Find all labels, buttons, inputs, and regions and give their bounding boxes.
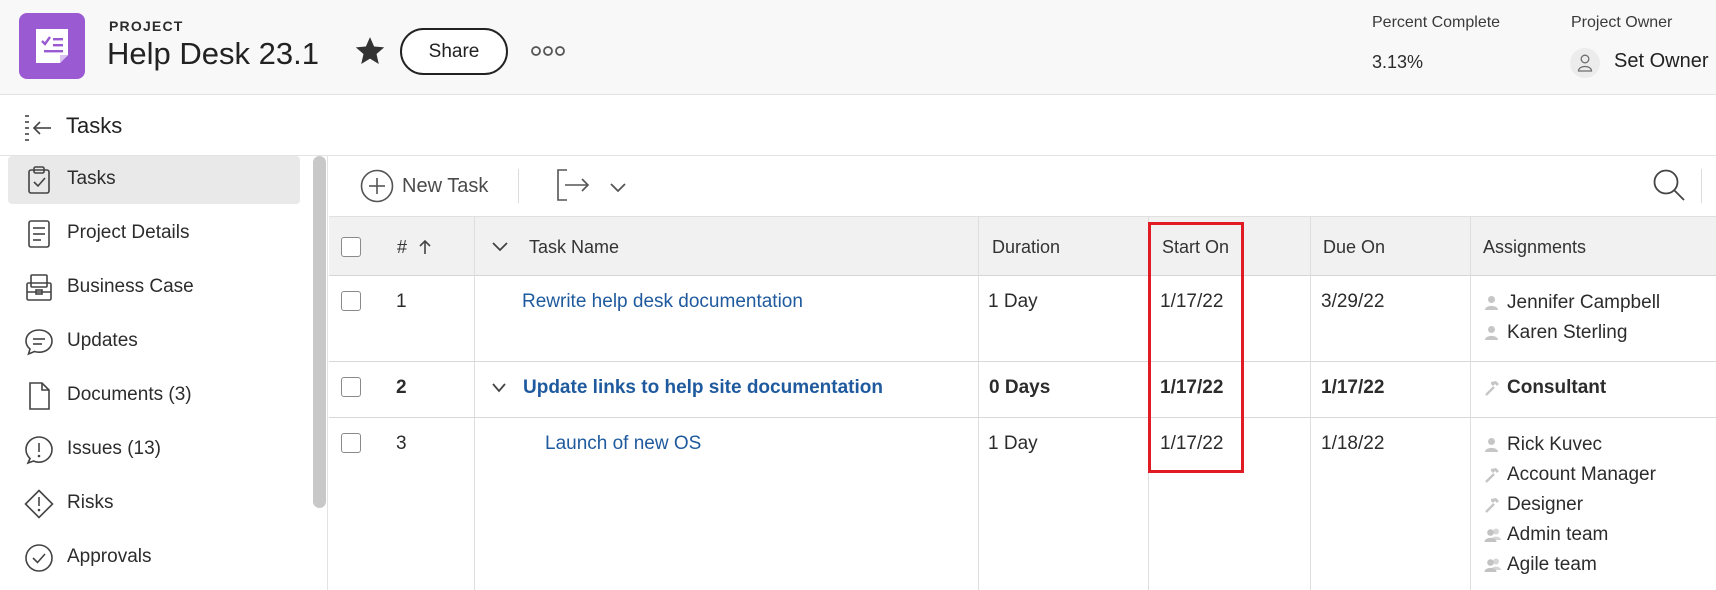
sidebar-item-label: Issues (13) xyxy=(67,438,161,459)
document-lines-icon xyxy=(28,220,50,248)
collapse-all-chevron-icon[interactable] xyxy=(491,240,509,254)
plus-circle-icon xyxy=(360,169,394,203)
sidebar-item-label: Approvals xyxy=(67,546,152,567)
assignee-name: Account Manager xyxy=(1507,464,1656,485)
assignee-name: Karen Sterling xyxy=(1507,322,1628,343)
start-on-highlight-box xyxy=(1148,222,1244,473)
export-icon[interactable] xyxy=(555,167,591,203)
column-header-duration[interactable]: Duration xyxy=(992,237,1060,258)
sidebar-item-issues[interactable]: Issues (13) xyxy=(8,426,300,474)
assignee-name: Jennifer Campbell xyxy=(1507,292,1661,313)
role-hammer-icon xyxy=(1485,468,1499,483)
column-header-task-name[interactable]: Task Name xyxy=(529,237,619,258)
task-duration: 1 Day xyxy=(988,291,1038,312)
project-title: Help Desk 23.1 xyxy=(107,36,319,71)
percent-complete-label: Percent Complete xyxy=(1372,14,1501,31)
chevron-down-icon[interactable] xyxy=(491,382,507,394)
share-button[interactable]: Share xyxy=(400,28,508,75)
task-list-icon xyxy=(36,29,68,63)
sidebar-item-approvals[interactable]: Approvals xyxy=(8,534,300,582)
sidebar-item-label: Documents (3) xyxy=(67,384,192,405)
sidebar-item-business-case[interactable]: Business Case xyxy=(8,264,300,312)
chat-bubble-icon xyxy=(25,329,53,356)
sidebar-item-tasks[interactable]: Tasks xyxy=(8,156,300,204)
section-title: Tasks xyxy=(66,113,123,138)
row-checkbox[interactable] xyxy=(341,377,361,397)
select-all-checkbox[interactable] xyxy=(341,237,361,257)
toolbar-divider xyxy=(518,169,519,203)
table-header: # Task Name Duration Start On Due On Ass… xyxy=(329,216,1716,276)
assignee-name: Admin team xyxy=(1507,524,1609,545)
sidebar-item-risks[interactable]: Risks xyxy=(8,480,300,528)
assignee-name: Designer xyxy=(1507,494,1584,515)
check-circle-icon xyxy=(25,544,53,572)
toolbar-divider xyxy=(1701,169,1702,203)
chevron-down-icon[interactable] xyxy=(608,177,628,197)
project-header: PROJECT Help Desk 23.1 Share Percent Com… xyxy=(0,0,1716,95)
alert-circle-icon xyxy=(25,436,53,465)
project-owner-label: Project Owner xyxy=(1571,14,1673,31)
assignee-name: Agile team xyxy=(1507,554,1597,575)
owner-avatar[interactable] xyxy=(1570,48,1600,78)
file-icon xyxy=(29,382,50,410)
task-due-on: 3/29/22 xyxy=(1321,291,1385,312)
clipboard-check-icon xyxy=(28,166,50,194)
task-name-link[interactable]: Update links to help site documentation xyxy=(523,377,883,399)
sidebar-item-label: Updates xyxy=(67,330,138,351)
column-header-assignments[interactable]: Assignments xyxy=(1483,237,1586,258)
column-header-due-on[interactable]: Due On xyxy=(1323,237,1385,258)
sidebar-item-documents[interactable]: Documents (3) xyxy=(8,372,300,420)
more-options-icon[interactable] xyxy=(530,40,566,62)
user-icon xyxy=(1485,296,1498,310)
sort-ascending-icon xyxy=(419,239,431,254)
assignee-name: Rick Kuvec xyxy=(1507,434,1603,455)
sidebar-item-updates[interactable]: Updates xyxy=(8,318,300,366)
table-row[interactable]: 1 Rewrite help desk documentation 1 Day … xyxy=(329,277,1716,362)
set-owner-link[interactable]: Set Owner xyxy=(1614,50,1708,73)
row-checkbox[interactable] xyxy=(341,291,361,311)
sidebar-item-label: Tasks xyxy=(67,168,116,189)
section-header: Tasks xyxy=(0,96,1716,156)
new-task-label: New Task xyxy=(402,175,489,197)
role-hammer-icon xyxy=(1485,498,1499,513)
sidebar-item-label: Project Details xyxy=(67,222,190,243)
row-checkbox[interactable] xyxy=(341,433,361,453)
task-duration: 0 Days xyxy=(989,377,1051,398)
task-number: 3 xyxy=(396,433,407,454)
percent-complete-value: 3.13% xyxy=(1372,52,1424,72)
task-toolbar: New Task xyxy=(329,157,1716,215)
alert-diamond-icon xyxy=(24,489,54,519)
project-app-icon xyxy=(19,13,85,79)
task-number: 1 xyxy=(396,291,407,312)
task-due-on: 1/18/22 xyxy=(1321,433,1385,454)
project-sidebar: Tasks Project Details Business Case Upda… xyxy=(0,156,328,590)
star-icon[interactable] xyxy=(353,34,387,68)
assignee-name: Consultant xyxy=(1507,377,1607,398)
user-icon xyxy=(1485,326,1498,340)
team-icon xyxy=(1484,558,1501,572)
user-outline-icon xyxy=(1577,54,1593,72)
briefcase-stack-icon xyxy=(26,274,52,301)
task-name-link[interactable]: Rewrite help desk documentation xyxy=(522,291,803,313)
table-row[interactable]: 3 Launch of new OS 1 Day 1/17/22 1/18/22… xyxy=(329,419,1716,590)
project-label: PROJECT xyxy=(109,18,184,34)
task-duration: 1 Day xyxy=(988,433,1038,454)
search-icon[interactable] xyxy=(1651,167,1687,203)
number-header-label: # xyxy=(397,237,408,257)
table-row[interactable]: 2 Update links to help site documentatio… xyxy=(329,363,1716,418)
scrollbar-thumb[interactable] xyxy=(313,156,326,508)
task-due-on: 1/17/22 xyxy=(1321,377,1385,398)
sidebar-item-label: Risks xyxy=(67,492,114,513)
user-icon xyxy=(1485,438,1498,452)
task-number: 2 xyxy=(396,377,407,398)
sidebar-item-project-details[interactable]: Project Details xyxy=(8,210,300,258)
collapse-sidebar-icon[interactable] xyxy=(23,113,53,141)
role-hammer-icon xyxy=(1485,381,1499,396)
task-name-link[interactable]: Launch of new OS xyxy=(545,433,701,455)
column-header-number[interactable]: # xyxy=(397,237,432,258)
task-table: # Task Name Duration Start On Due On Ass… xyxy=(329,216,1716,590)
team-icon xyxy=(1484,528,1501,542)
sidebar-scrollbar[interactable] xyxy=(313,156,328,590)
sidebar-item-label: Business Case xyxy=(67,276,194,297)
